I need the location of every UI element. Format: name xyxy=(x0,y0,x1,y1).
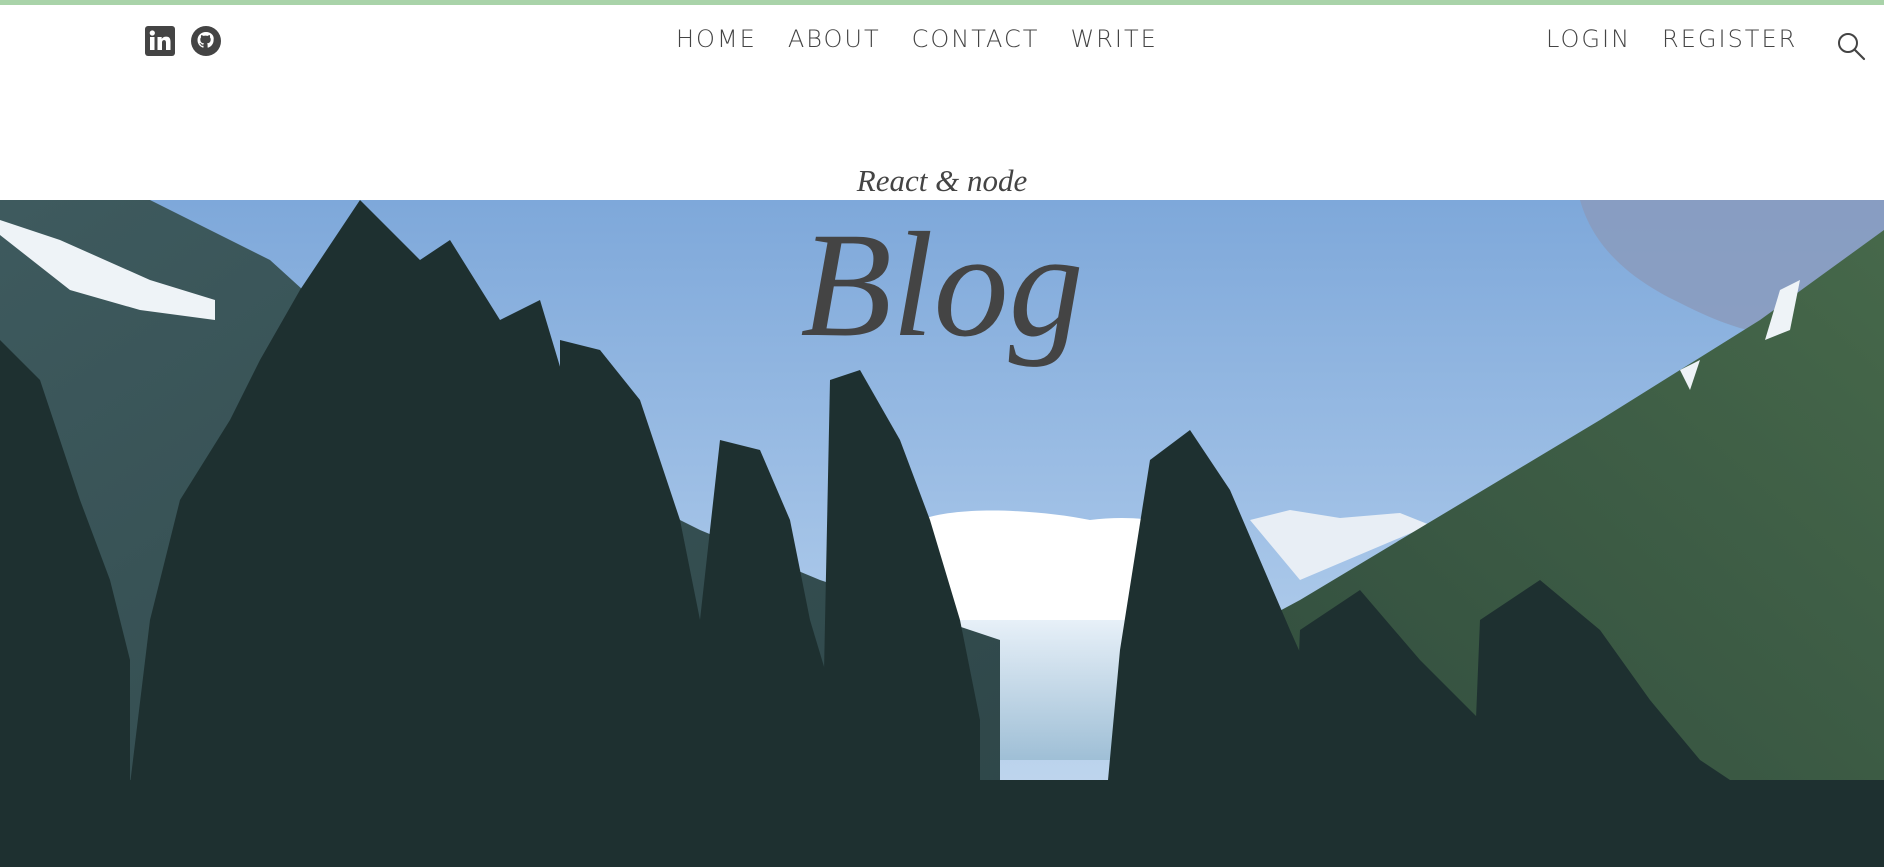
header-titles: React & node Blog xyxy=(0,160,1884,360)
register-link[interactable]: REGISTER xyxy=(1662,25,1797,53)
top-navigation-bar: HOME ABOUT CONTACT WRITE LOGIN REGISTER xyxy=(0,5,1884,77)
search-icon[interactable] xyxy=(1836,31,1866,61)
login-link[interactable]: LOGIN xyxy=(1546,25,1631,53)
nav-write[interactable]: WRITE xyxy=(1070,25,1157,53)
main-nav: HOME ABOUT CONTACT WRITE xyxy=(676,25,1158,53)
header-title: Blog xyxy=(800,202,1084,368)
header-subtitle: React & node xyxy=(856,163,1028,198)
github-icon[interactable] xyxy=(190,25,222,57)
auth-nav: LOGIN REGISTER xyxy=(1546,25,1797,53)
nav-contact[interactable]: CONTACT xyxy=(912,25,1040,53)
nav-home[interactable]: HOME xyxy=(676,25,757,53)
social-links xyxy=(144,25,222,57)
linkedin-icon[interactable] xyxy=(144,25,176,57)
nav-about[interactable]: ABOUT xyxy=(788,25,881,53)
